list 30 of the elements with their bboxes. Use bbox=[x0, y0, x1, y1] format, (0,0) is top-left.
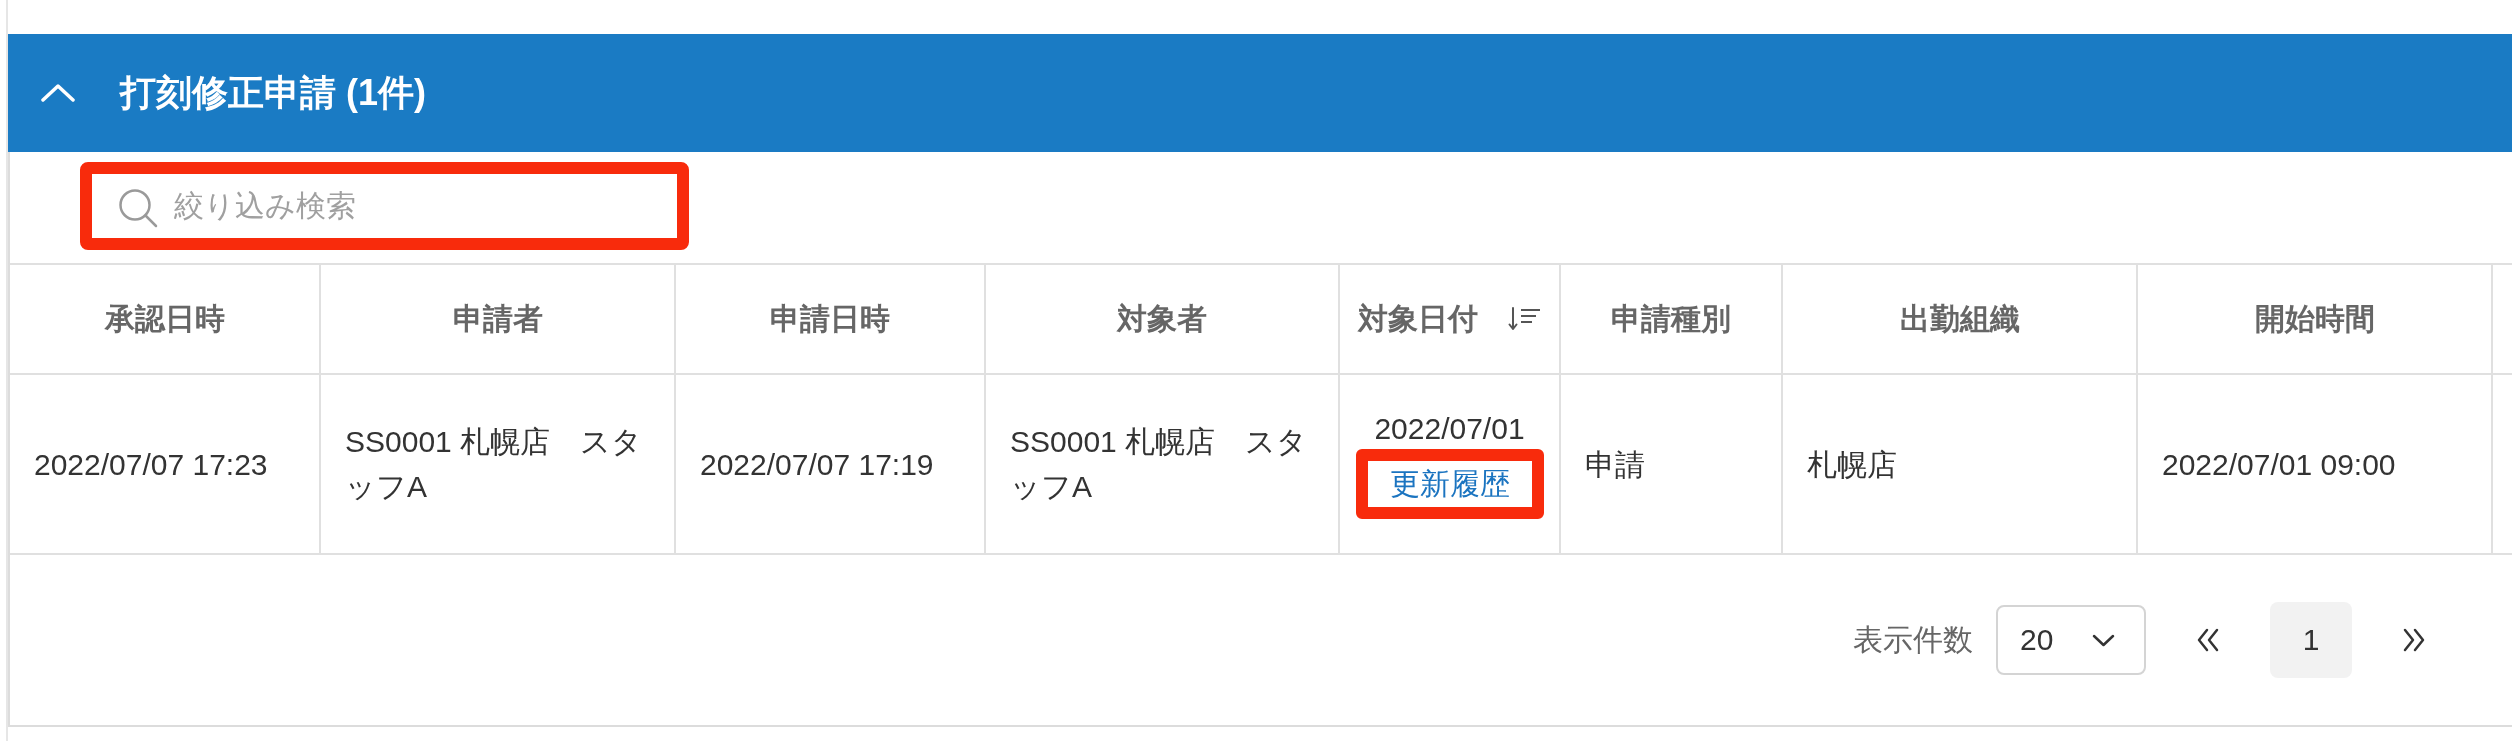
table-cell: 2022/07/07 17:19 bbox=[675, 374, 985, 554]
first-page-button[interactable] bbox=[2196, 627, 2220, 653]
table-cell: 2022/07/07 17:23 bbox=[10, 374, 320, 554]
table-cell: SS0001 札幌店 スタッフA bbox=[985, 374, 1339, 554]
table-cell: 2022/07/01 09:00 bbox=[2137, 374, 2492, 554]
table-cell: 申請 bbox=[1560, 374, 1782, 554]
table-cell: 札幌店 bbox=[1782, 374, 2137, 554]
section-header-bar[interactable]: 打刻修正申請 (1件) bbox=[8, 34, 2512, 152]
last-page-button[interactable] bbox=[2402, 627, 2426, 653]
sort-descending-icon[interactable] bbox=[1508, 307, 1541, 331]
column-header: 申請者 bbox=[452, 300, 543, 337]
chevron-down-icon bbox=[2092, 633, 2115, 647]
page-size-label: 表示件数 bbox=[1853, 621, 1973, 658]
page-size-select[interactable]: 20 bbox=[1996, 605, 2146, 675]
chevron-up-icon[interactable] bbox=[41, 84, 75, 102]
column-header: 申請種別 bbox=[1611, 300, 1731, 337]
double-chevron-right-icon bbox=[2402, 627, 2426, 653]
table-cell: SS0001 札幌店 スタッフA bbox=[320, 374, 675, 554]
date-text: 2022/07/01 bbox=[1373, 411, 1526, 447]
search-icon bbox=[118, 188, 158, 228]
history-link[interactable]: 更新履歴 bbox=[1367, 461, 1532, 507]
column-header: 承認日時 bbox=[104, 300, 225, 337]
double-chevron-left-icon bbox=[2196, 627, 2220, 653]
column-header: 出勤組織 bbox=[1899, 300, 2020, 337]
panel-title: 打刻修正申請 (1件) bbox=[120, 70, 426, 115]
page-button[interactable]: 1 bbox=[2270, 602, 2352, 678]
column-header: 開始時間 bbox=[2254, 300, 2375, 337]
column-header: 申請日時 bbox=[770, 300, 890, 337]
column-header: 対象日付 bbox=[1358, 300, 1478, 337]
column-header: 対象者 bbox=[1117, 300, 1207, 337]
